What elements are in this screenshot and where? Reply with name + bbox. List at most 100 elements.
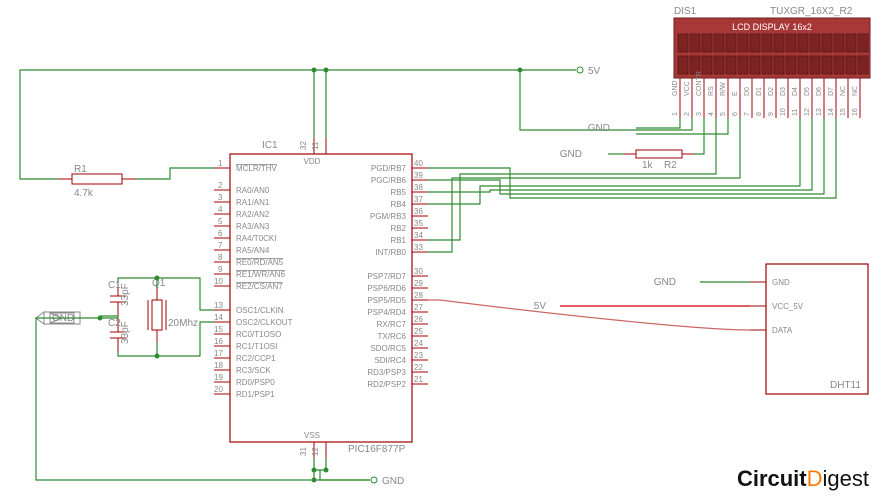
svg-text:34: 34 (414, 231, 423, 240)
svg-text:16: 16 (214, 337, 223, 346)
svg-text:SDO/RC5: SDO/RC5 (370, 344, 406, 353)
svg-text:PSP4/RD4: PSP4/RD4 (367, 308, 406, 317)
svg-text:RD0/PSP0: RD0/PSP0 (236, 378, 275, 387)
svg-text:RA3/AN3: RA3/AN3 (236, 222, 270, 231)
ic1-part: PIC16F877P (348, 444, 406, 455)
svg-text:RA0/AN0: RA0/AN0 (236, 186, 270, 195)
svg-text:19: 19 (214, 373, 223, 382)
svg-text:RS: RS (708, 86, 715, 96)
svg-text:RC1/T1OSI: RC1/T1OSI (236, 342, 277, 351)
svg-text:GND: GND (672, 80, 679, 96)
svg-text:R2: R2 (664, 160, 677, 171)
svg-text:RA2/AN2: RA2/AN2 (236, 210, 270, 219)
svg-text:RD3/PSP3: RD3/PSP3 (367, 368, 406, 377)
svg-text:RE2/CS/AN7: RE2/CS/AN7 (236, 282, 283, 291)
dht11-ref: DHT11 (830, 380, 861, 391)
svg-text:11: 11 (311, 141, 320, 150)
svg-text:1k: 1k (642, 160, 654, 171)
svg-text:RB1: RB1 (390, 236, 406, 245)
svg-text:OSC1/CLKIN: OSC1/CLKIN (236, 306, 284, 315)
svg-text:20: 20 (214, 385, 223, 394)
svg-text:8: 8 (218, 253, 223, 262)
svg-text:VSS: VSS (304, 431, 320, 440)
svg-text:PGD/RB7: PGD/RB7 (371, 164, 407, 173)
svg-text:5: 5 (720, 112, 727, 116)
svg-text:13: 13 (214, 301, 223, 310)
svg-text:GND: GND (772, 278, 790, 287)
c1-cap: C1 33pF (108, 280, 131, 316)
svg-text:9: 9 (218, 265, 223, 274)
svg-text:RB5: RB5 (390, 188, 406, 197)
schematic-canvas: IC1 PIC16F877P 1MCLR/THV 2RA0/AN0 3RA1/A… (0, 0, 889, 504)
svg-text:1: 1 (218, 159, 223, 168)
svg-text:4: 4 (708, 112, 715, 116)
net-gnd-r2: GND (560, 149, 582, 160)
svg-text:32: 32 (299, 141, 308, 150)
svg-text:33pF: 33pF (120, 283, 131, 306)
svg-text:RD2/PSP2: RD2/PSP2 (367, 380, 406, 389)
svg-text:39: 39 (414, 171, 423, 180)
svg-text:D2: D2 (768, 87, 775, 96)
svg-text:30: 30 (414, 267, 423, 276)
svg-text:12: 12 (804, 108, 811, 116)
ic1-ref: IC1 (262, 140, 278, 151)
svg-text:3: 3 (696, 112, 703, 116)
svg-text:D1: D1 (756, 87, 763, 96)
svg-text:RA1/AN1: RA1/AN1 (236, 198, 270, 207)
svg-text:6: 6 (732, 112, 739, 116)
svg-text:22: 22 (414, 363, 423, 372)
svg-text:33pF: 33pF (120, 321, 131, 344)
svg-text:RC2/CCP1: RC2/CCP1 (236, 354, 276, 363)
svg-text:VCC_5V: VCC_5V (772, 302, 804, 311)
svg-text:10: 10 (214, 277, 223, 286)
svg-text:35: 35 (414, 219, 423, 228)
q1-crystal: Q1 20Mhz (148, 278, 198, 342)
logo: CircuitDigest (737, 466, 869, 492)
svg-text:RC3/SCK: RC3/SCK (236, 366, 271, 375)
svg-text:16: 16 (852, 108, 859, 116)
svg-text:9: 9 (768, 112, 775, 116)
svg-text:17: 17 (214, 349, 223, 358)
svg-text:8: 8 (756, 112, 763, 116)
net-gnd-lcd: GND (588, 123, 610, 134)
svg-text:NC: NC (840, 86, 847, 96)
svg-text:25: 25 (414, 327, 423, 336)
svg-text:RB2: RB2 (390, 224, 406, 233)
svg-text:D0: D0 (744, 87, 751, 96)
svg-text:PGM/RB3: PGM/RB3 (370, 212, 407, 221)
svg-text:RE0/RD/AN5: RE0/RD/AN5 (236, 258, 284, 267)
r1-resistor: R1 4.7k (58, 164, 136, 199)
svg-text:VCC: VCC (684, 81, 691, 96)
svg-text:3: 3 (218, 193, 223, 202)
svg-text:37: 37 (414, 195, 423, 204)
svg-text:RE1/WR/AN6: RE1/WR/AN6 (236, 270, 285, 279)
svg-text:TX/RC6: TX/RC6 (378, 332, 407, 341)
svg-text:40: 40 (414, 159, 423, 168)
svg-text:7: 7 (218, 241, 223, 250)
svg-text:10: 10 (780, 108, 787, 116)
svg-text:NC: NC (852, 86, 859, 96)
svg-text:24: 24 (414, 339, 423, 348)
svg-text:11: 11 (792, 109, 799, 116)
svg-text:7: 7 (744, 112, 751, 116)
svg-text:13: 13 (816, 108, 823, 116)
lcd-ref: DIS1 (674, 6, 697, 17)
svg-text:PSP5/RD5: PSP5/RD5 (367, 296, 406, 305)
svg-text:6: 6 (218, 229, 223, 238)
svg-text:2: 2 (218, 181, 223, 190)
svg-text:D6: D6 (816, 87, 823, 96)
svg-text:D7: D7 (828, 87, 835, 96)
svg-text:RA4/T0CKI: RA4/T0CKI (236, 234, 276, 243)
net-5v-dht: 5V (534, 301, 547, 312)
svg-text:VDD: VDD (304, 157, 321, 166)
svg-text:14: 14 (828, 108, 835, 116)
svg-text:INT/RB0: INT/RB0 (375, 248, 406, 257)
svg-text:OSC2/CLKOUT: OSC2/CLKOUT (236, 318, 293, 327)
net-5v: 5V (588, 66, 601, 77)
svg-text:18: 18 (214, 361, 223, 370)
svg-text:33: 33 (414, 243, 423, 252)
svg-text:RX/RC7: RX/RC7 (377, 320, 407, 329)
svg-text:2: 2 (684, 112, 691, 116)
svg-text:R1: R1 (74, 164, 87, 175)
svg-text:PSP6/RD6: PSP6/RD6 (367, 284, 406, 293)
